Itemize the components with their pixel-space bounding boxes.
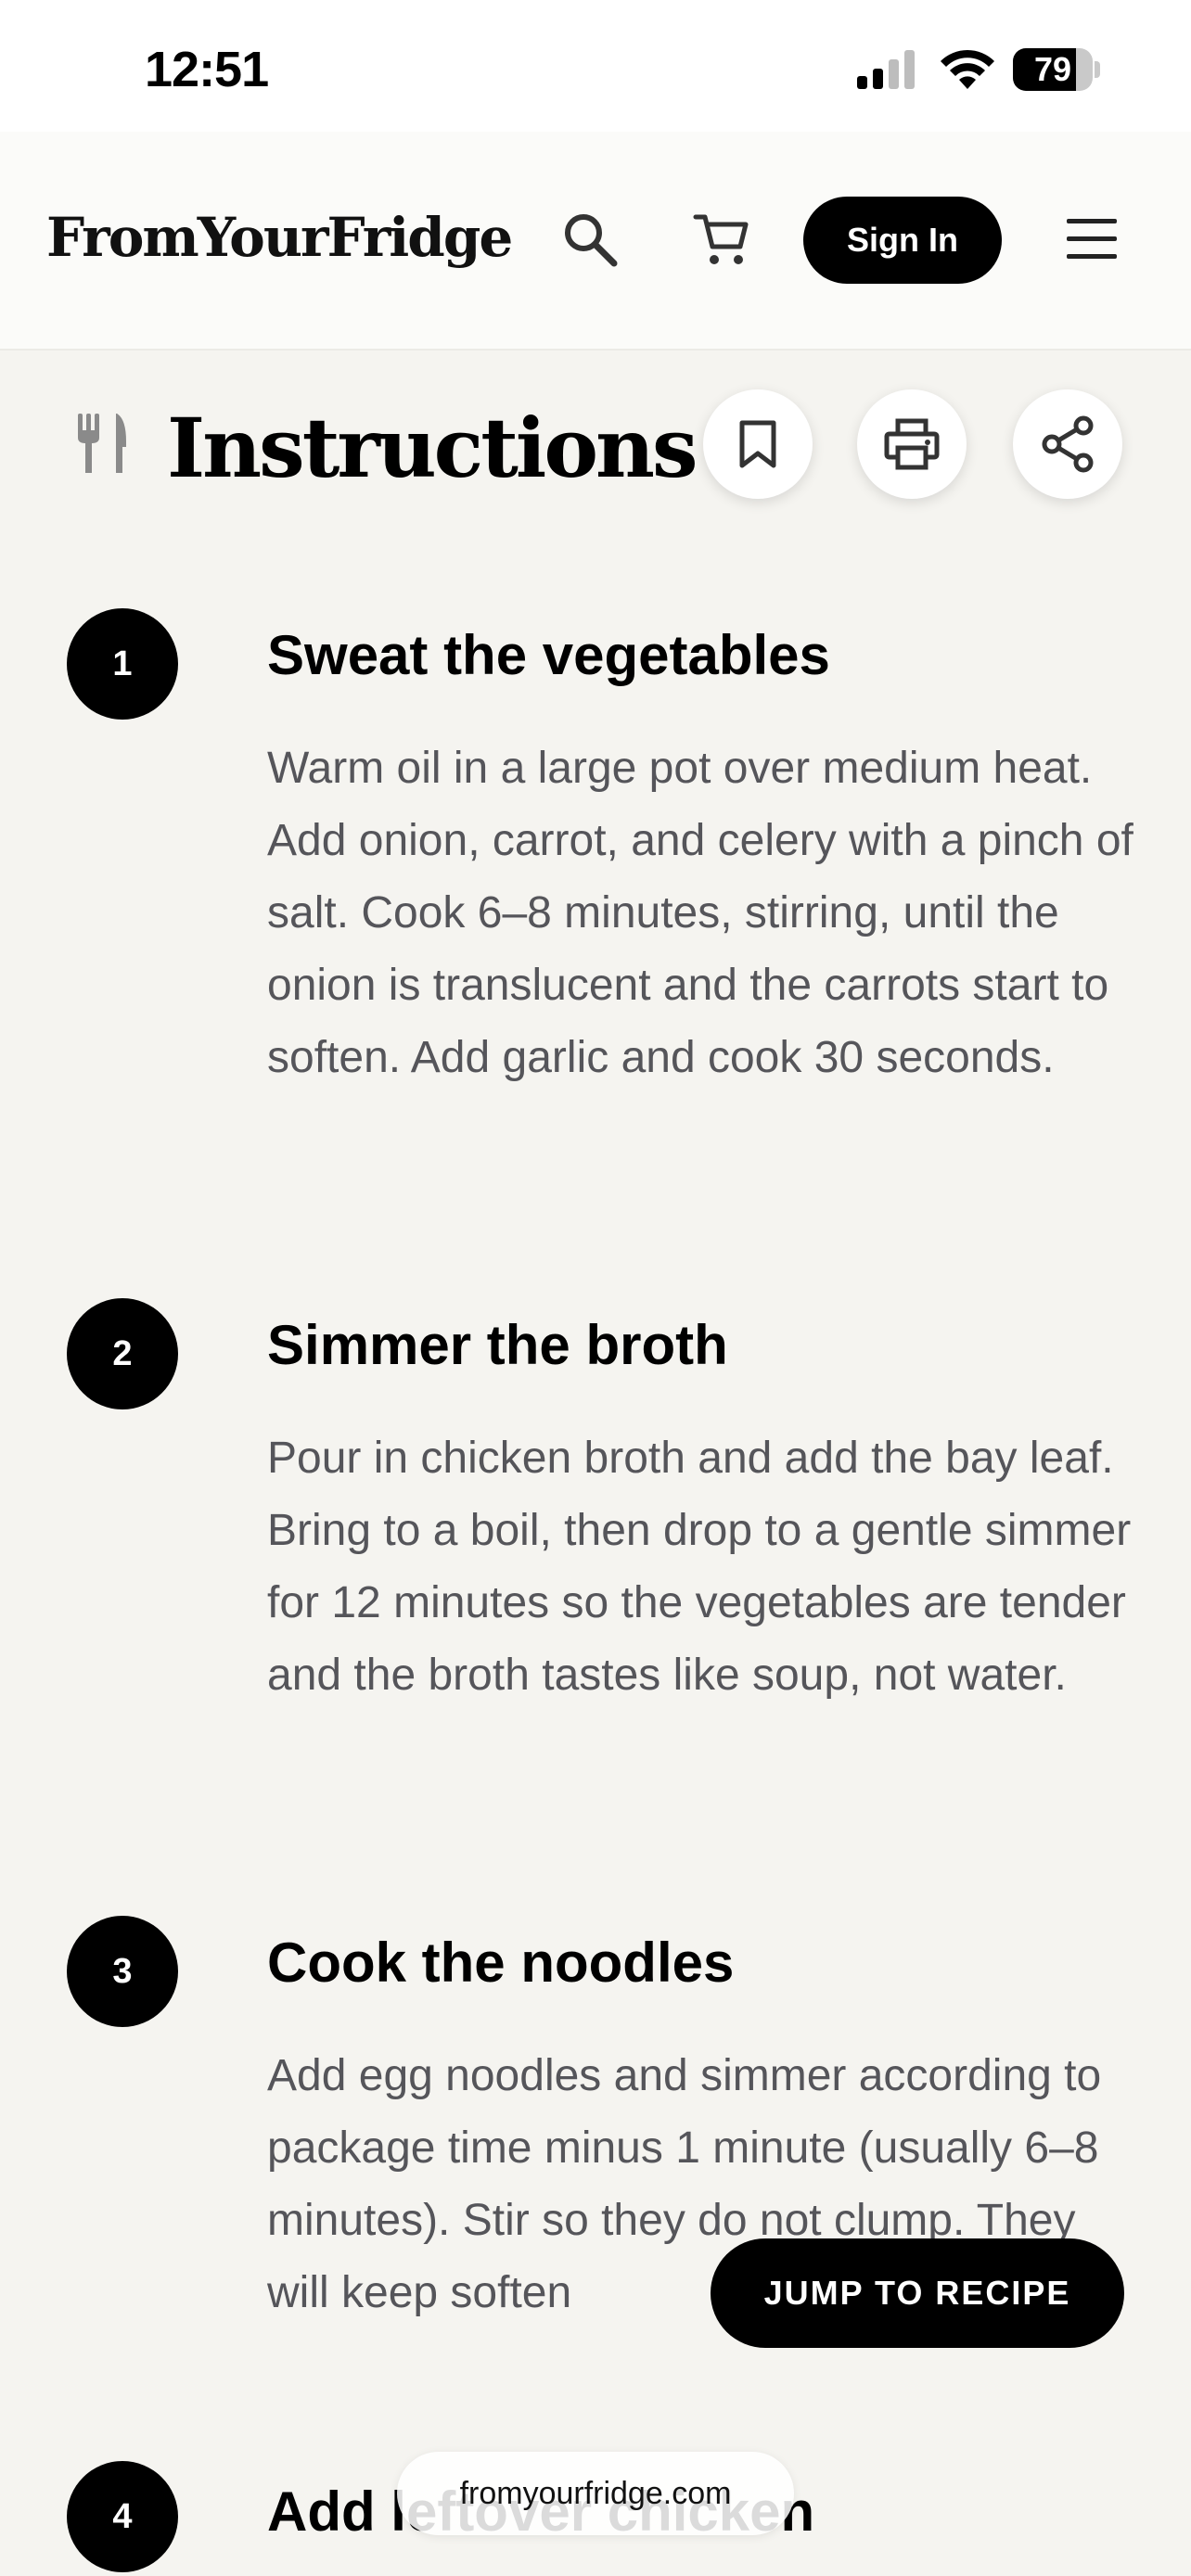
- wifi-icon: [941, 49, 994, 89]
- jump-to-recipe-button[interactable]: JUMP TO RECIPE: [711, 2238, 1124, 2348]
- step-title: Cook the noodles: [267, 1932, 735, 1994]
- step-number-badge: 1: [67, 608, 178, 720]
- site-header: FromYourFridge Sign In: [0, 132, 1191, 351]
- cellular-signal-icon: [857, 50, 915, 89]
- print-button[interactable]: [857, 389, 967, 499]
- status-time: 12:51: [145, 42, 269, 97]
- bookmark-icon: [739, 420, 776, 468]
- print-icon: [884, 418, 940, 470]
- step-title: Sweat the vegetables: [267, 624, 830, 686]
- status-bar: 12:51 79: [0, 0, 1191, 132]
- url-bar[interactable]: fromyourfridge.com: [397, 2452, 794, 2535]
- step-title: Simmer the broth: [267, 1314, 728, 1376]
- sign-in-button[interactable]: Sign In: [803, 197, 1002, 284]
- menu-icon: [1067, 219, 1117, 259]
- battery-icon: 79: [1013, 48, 1100, 91]
- battery-percent: 79: [1033, 50, 1072, 88]
- step-number-badge: 2: [67, 1298, 178, 1409]
- cart-icon: [693, 214, 749, 264]
- cart-button[interactable]: [692, 210, 751, 269]
- search-button[interactable]: [560, 210, 620, 269]
- bookmark-button[interactable]: [703, 389, 813, 499]
- step-text: Warm oil in a large pot over medium heat…: [267, 744, 1133, 1082]
- share-button[interactable]: [1013, 389, 1122, 499]
- step-text: Pour in chicken broth and add the bay le…: [267, 1434, 1132, 1700]
- menu-button[interactable]: [1065, 213, 1119, 265]
- step-number-badge: 4: [67, 2461, 178, 2572]
- utensils-icon: [78, 414, 126, 473]
- step-number-badge: 3: [67, 1916, 178, 2027]
- search-icon: [565, 214, 618, 267]
- site-logo[interactable]: FromYourFridge: [46, 206, 513, 269]
- share-icon: [1042, 415, 1094, 473]
- section-title: Instructions: [167, 400, 698, 496]
